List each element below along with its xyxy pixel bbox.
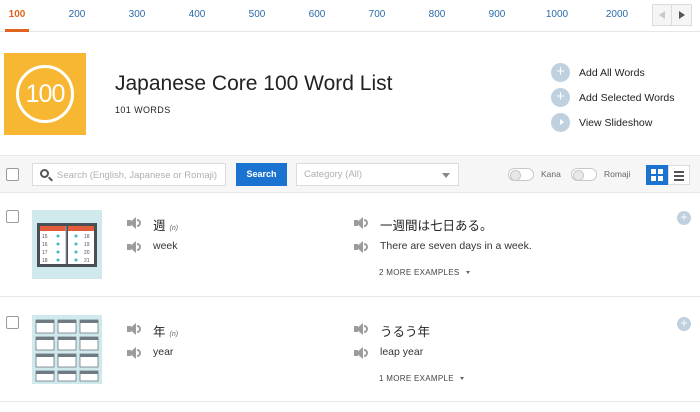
- speaker-icon[interactable]: [354, 347, 368, 359]
- more-examples-toggle[interactable]: 1 MORE EXAMPLE: [379, 374, 464, 383]
- word-kanji: 年 (n): [153, 321, 178, 340]
- word-kanji: 週 (n): [153, 215, 178, 234]
- tab-600[interactable]: 600: [302, 0, 332, 32]
- more-examples-label: 1 MORE EXAMPLE: [379, 374, 454, 383]
- part-of-speech: (n): [169, 225, 179, 232]
- search-icon: [40, 169, 49, 178]
- arrow-right-icon: [678, 11, 685, 19]
- word-meaning: year: [153, 346, 174, 358]
- svg-text:17: 17: [42, 250, 48, 256]
- page-title: Japanese Core 100 Word List: [115, 72, 393, 95]
- example-japanese: うるう年: [380, 325, 431, 339]
- view-slideshow-button[interactable]: View Slideshow: [551, 110, 675, 135]
- chevron-down-icon: [442, 173, 450, 178]
- filter-toolbar: Search Category (All) Kana Romaji: [0, 155, 700, 193]
- romaji-label: Romaji: [604, 169, 631, 179]
- category-select[interactable]: Category (All): [296, 163, 459, 186]
- add-word-button[interactable]: +: [677, 211, 691, 225]
- word-count-tabs: 100 200 300 400 500 600 700 800 900 1000…: [0, 0, 700, 32]
- list-view-button[interactable]: [668, 165, 690, 185]
- play-icon: [551, 113, 570, 132]
- plus-icon: +: [551, 88, 570, 107]
- logo-badge: 100: [16, 65, 74, 123]
- example-japanese: 一週間は七日ある。: [380, 219, 493, 233]
- example-english: leap year: [380, 346, 424, 358]
- list-logo: 100: [4, 53, 86, 135]
- search-input[interactable]: [57, 166, 222, 184]
- tab-700[interactable]: 700: [362, 0, 392, 32]
- tab-800[interactable]: 800: [422, 0, 452, 32]
- word-text: 週: [153, 219, 166, 233]
- chevron-down-icon: [465, 271, 470, 275]
- word-checkbox[interactable]: [6, 210, 19, 223]
- add-all-words-label: Add All Words: [579, 66, 645, 79]
- word-row: 年 (n) year うるう年 leap year 1 MORE EXAMPLE …: [0, 298, 700, 402]
- more-examples-label: 2 MORE EXAMPLES: [379, 268, 460, 277]
- tab-1000[interactable]: 1000: [542, 0, 572, 32]
- grid-view-button[interactable]: [646, 165, 668, 185]
- tab-500[interactable]: 500: [242, 0, 272, 32]
- tab-scroll-arrows: [652, 4, 692, 26]
- logo-text: 100: [25, 79, 66, 108]
- svg-text:15: 15: [42, 234, 48, 240]
- add-selected-words-label: Add Selected Words: [579, 91, 675, 104]
- calendar-year-icon: [32, 315, 102, 384]
- word-count: 101 WORDS: [115, 105, 171, 115]
- grid-icon: [651, 169, 656, 174]
- svg-text:20: 20: [84, 250, 90, 256]
- word-meaning: week: [153, 240, 178, 252]
- tabs-prev-button[interactable]: [652, 4, 672, 26]
- word-row: 15 16 17 18 18 19 20 21 週 (n) week 一週間は七日ある。 Th…: [0, 193, 700, 297]
- svg-text:19: 19: [84, 242, 90, 248]
- kana-toggle[interactable]: [508, 168, 534, 181]
- list-icon: [674, 171, 684, 173]
- plus-icon: +: [551, 63, 570, 82]
- search-box: [32, 163, 226, 186]
- tab-2000[interactable]: 2000: [602, 0, 632, 32]
- view-slideshow-label: View Slideshow: [579, 116, 653, 129]
- word-checkbox[interactable]: [6, 316, 19, 329]
- arrow-left-icon: [659, 11, 665, 19]
- speaker-icon[interactable]: [127, 323, 141, 335]
- kana-label: Kana: [541, 169, 561, 179]
- search-button[interactable]: Search: [236, 163, 287, 186]
- more-examples-toggle[interactable]: 2 MORE EXAMPLES: [379, 268, 470, 277]
- speaker-icon[interactable]: [354, 217, 368, 229]
- tab-300[interactable]: 300: [122, 0, 152, 32]
- calendar-week-icon: 15 16 17 18 18 19 20 21: [32, 210, 102, 279]
- speaker-icon[interactable]: [354, 323, 368, 335]
- speaker-icon[interactable]: [127, 347, 141, 359]
- tab-200[interactable]: 200: [62, 0, 92, 32]
- example-english: There are seven days in a week.: [380, 240, 532, 252]
- tab-100[interactable]: 100: [2, 0, 32, 32]
- add-selected-words-button[interactable]: + Add Selected Words: [551, 85, 675, 110]
- list-actions: + Add All Words + Add Selected Words Vie…: [551, 60, 675, 135]
- add-all-words-button[interactable]: + Add All Words: [551, 60, 675, 85]
- tabs-next-button[interactable]: [672, 4, 692, 26]
- tab-400[interactable]: 400: [182, 0, 212, 32]
- speaker-icon[interactable]: [354, 241, 368, 253]
- speaker-icon[interactable]: [127, 217, 141, 229]
- add-word-button[interactable]: +: [677, 317, 691, 331]
- svg-text:18: 18: [42, 258, 48, 264]
- svg-text:16: 16: [42, 242, 48, 248]
- part-of-speech: (n): [169, 331, 179, 338]
- svg-text:18: 18: [84, 234, 90, 240]
- svg-text:21: 21: [84, 258, 90, 264]
- select-all-checkbox[interactable]: [6, 168, 19, 181]
- category-select-value: Category (All): [304, 169, 363, 180]
- speaker-icon[interactable]: [127, 241, 141, 253]
- romaji-toggle[interactable]: [571, 168, 597, 181]
- chevron-down-icon: [459, 377, 464, 381]
- tab-900[interactable]: 900: [482, 0, 512, 32]
- word-text: 年: [153, 325, 166, 339]
